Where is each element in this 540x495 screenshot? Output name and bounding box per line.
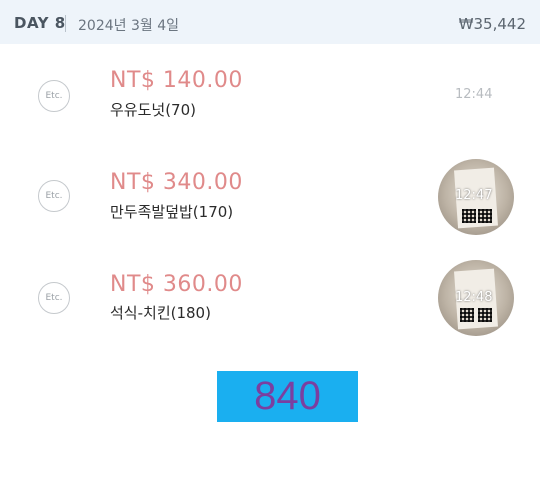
expense-memo: 만두족발덮밥(170)	[110, 203, 234, 221]
day-total: ₩35,442	[458, 15, 526, 33]
expense-time: 12:44	[455, 87, 493, 102]
etc-category-icon: Etc.	[38, 80, 70, 112]
date-label: 2024년 3월 4일	[78, 18, 179, 34]
qr-code-icon	[460, 308, 474, 322]
expense-memo: 우유도넛(70)	[110, 101, 196, 119]
expense-amount: NT$ 140.00	[110, 68, 243, 93]
sum-value: 840	[254, 374, 321, 418]
qr-code-icon	[478, 308, 492, 322]
header-divider	[65, 15, 66, 32]
expense-amount: NT$ 340.00	[110, 170, 243, 195]
expense-item[interactable]: Etc. NT$ 340.00 만두족발덮밥(170) 12:47	[0, 150, 540, 250]
day-label: DAY 8	[14, 14, 66, 32]
expense-item[interactable]: Etc. NT$ 360.00 석식-치킨(180) 12:48	[0, 252, 540, 352]
etc-category-icon: Etc.	[38, 282, 70, 314]
expense-item[interactable]: Etc. NT$ 140.00 우유도넛(70) 12:44	[0, 52, 540, 152]
sum-highlight-box: 840	[217, 371, 358, 422]
etc-category-icon: Etc.	[38, 180, 70, 212]
expense-amount: NT$ 360.00	[110, 272, 243, 297]
expense-time: 12:47	[455, 188, 493, 203]
qr-code-icon	[478, 209, 492, 223]
expense-time: 12:48	[455, 290, 493, 305]
day-header: DAY 8 2024년 3월 4일 ₩35,442	[0, 0, 540, 44]
expense-memo: 석식-치킨(180)	[110, 304, 211, 322]
qr-code-icon	[462, 209, 476, 223]
